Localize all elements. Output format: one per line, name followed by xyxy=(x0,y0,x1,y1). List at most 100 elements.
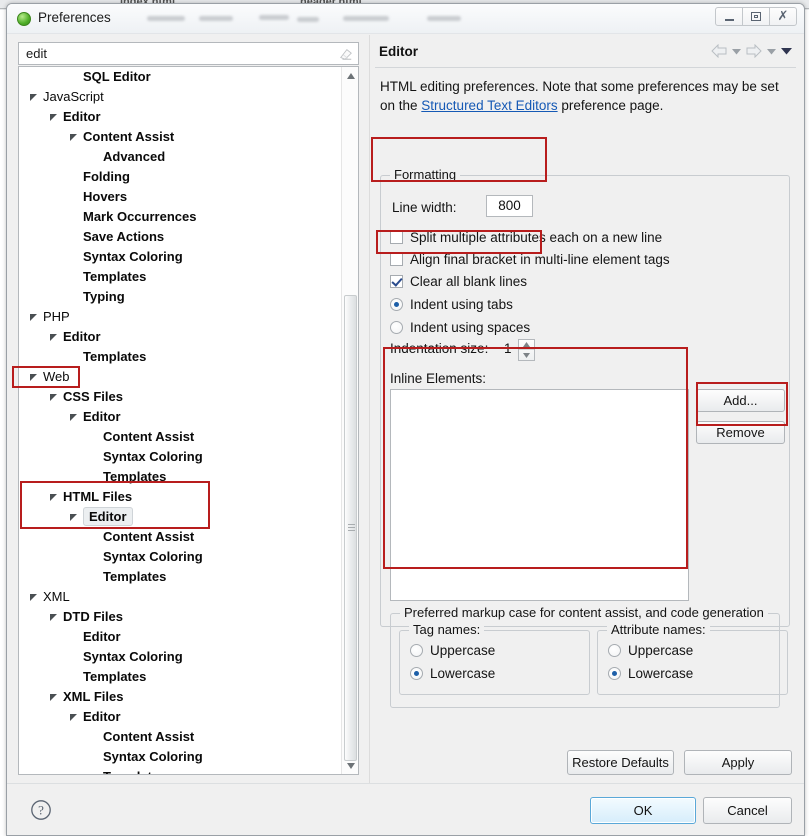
tree-item[interactable]: Syntax Coloring xyxy=(19,647,341,667)
tree-item[interactable]: CSS Files xyxy=(19,387,341,407)
checkbox-box[interactable] xyxy=(390,275,403,288)
indentation-size-stepper[interactable] xyxy=(518,339,535,361)
add-button[interactable]: Add... xyxy=(696,389,785,412)
tree-item[interactable]: DTD Files xyxy=(19,607,341,627)
tree-item[interactable]: Typing xyxy=(19,287,341,307)
back-arrow-icon[interactable] xyxy=(711,44,727,58)
preferences-tree[interactable]: SQL EditorJavaScriptEditorContent Assist… xyxy=(18,66,359,775)
tree-item[interactable]: Content Assist xyxy=(19,727,341,747)
tree-item[interactable]: PHP xyxy=(19,307,341,327)
expand-arrow-icon[interactable] xyxy=(69,413,78,422)
close-button[interactable]: ✗ xyxy=(769,7,797,26)
expand-arrow-icon[interactable] xyxy=(49,333,58,342)
tree-item[interactable]: Templates xyxy=(19,347,341,367)
tree-item[interactable]: SQL Editor xyxy=(19,67,341,87)
tree-item[interactable]: Templates xyxy=(19,467,341,487)
tree-item[interactable]: Content Assist xyxy=(19,127,341,147)
tree-item[interactable]: Editor xyxy=(19,407,341,427)
tree-item[interactable]: Syntax Coloring xyxy=(19,447,341,467)
tree-item[interactable]: Editor xyxy=(19,327,341,347)
tree-item[interactable]: Editor xyxy=(19,627,341,647)
tree-item[interactable]: Syntax Coloring xyxy=(19,747,341,767)
view-menu-icon[interactable] xyxy=(781,47,792,55)
checkbox-label: Split multiple attributes each on a new … xyxy=(410,228,662,248)
radio-button[interactable] xyxy=(390,298,403,311)
scroll-down-arrow-icon[interactable] xyxy=(342,757,359,774)
formatting-group-label: Formatting xyxy=(390,167,460,182)
filter-field-wrapper[interactable] xyxy=(18,42,359,65)
back-dropdown-icon[interactable] xyxy=(732,48,741,55)
tree-item-label: Syntax Coloring xyxy=(83,247,183,267)
ok-button[interactable]: OK xyxy=(590,797,696,824)
tree-item[interactable]: Web xyxy=(19,367,341,387)
line-width-input[interactable]: 800 xyxy=(486,195,533,217)
tree-item[interactable]: Mark Occurrences xyxy=(19,207,341,227)
remove-button[interactable]: Remove xyxy=(696,421,785,444)
indentation-size-label: Indentation size: xyxy=(390,341,488,356)
forward-arrow-icon[interactable] xyxy=(746,44,762,58)
search-input[interactable] xyxy=(24,45,324,62)
tree-item[interactable]: Advanced xyxy=(19,147,341,167)
tree-item[interactable]: Hovers xyxy=(19,187,341,207)
expand-arrow-icon[interactable] xyxy=(49,613,58,622)
radio-button[interactable] xyxy=(410,644,423,657)
minimize-button[interactable] xyxy=(715,7,743,26)
tree-item[interactable]: Syntax Coloring xyxy=(19,547,341,567)
tree-item[interactable]: Editor xyxy=(19,107,341,127)
expand-arrow-icon[interactable] xyxy=(29,313,38,322)
tree-item[interactable]: Templates xyxy=(19,267,341,287)
tree-item-label: Content Assist xyxy=(103,427,194,447)
structured-text-editors-link[interactable]: Structured Text Editors xyxy=(421,98,557,113)
radio-button[interactable] xyxy=(390,321,403,334)
expand-arrow-icon[interactable] xyxy=(29,373,38,382)
tree-item[interactable]: Editor xyxy=(19,507,341,527)
tree-item-label: Save Actions xyxy=(83,227,164,247)
radio-button[interactable] xyxy=(410,667,423,680)
expand-arrow-icon[interactable] xyxy=(49,493,58,502)
restore-button[interactable] xyxy=(742,7,770,26)
tree-item[interactable]: Templates xyxy=(19,767,341,775)
tree-item[interactable]: Editor xyxy=(19,707,341,727)
tree-item[interactable]: JavaScript xyxy=(19,87,341,107)
tree-vertical-scrollbar[interactable] xyxy=(341,67,358,774)
expand-arrow-icon[interactable] xyxy=(69,133,78,142)
tree-scrollbar-thumb[interactable] xyxy=(344,295,357,761)
tree-item[interactable]: Templates xyxy=(19,567,341,587)
expand-arrow-icon[interactable] xyxy=(29,93,38,102)
expand-arrow-icon[interactable] xyxy=(69,513,78,522)
tree-item-label: Advanced xyxy=(103,147,165,167)
tree-item[interactable]: Content Assist xyxy=(19,427,341,447)
expand-arrow-icon[interactable] xyxy=(49,113,58,122)
tree-item-label: Templates xyxy=(103,467,166,487)
stepper-up-icon[interactable] xyxy=(519,340,534,350)
tree-item[interactable]: XML xyxy=(19,587,341,607)
help-question-icon[interactable]: ? xyxy=(30,799,52,821)
checkbox-box[interactable] xyxy=(390,231,403,244)
tree-item-label: Syntax Coloring xyxy=(103,447,203,467)
cancel-button[interactable]: Cancel xyxy=(703,797,792,824)
eraser-icon[interactable] xyxy=(339,47,353,61)
checkbox-box[interactable] xyxy=(390,253,403,266)
radio-button[interactable] xyxy=(608,644,621,657)
tree-item[interactable]: XML Files xyxy=(19,687,341,707)
tree-item[interactable]: Save Actions xyxy=(19,227,341,247)
restore-defaults-button[interactable]: Restore Defaults xyxy=(567,750,674,775)
tree-item[interactable]: Templates xyxy=(19,667,341,687)
tree-item[interactable]: Content Assist xyxy=(19,527,341,547)
indentation-size-value[interactable]: 1 xyxy=(504,341,512,356)
expand-arrow-icon[interactable] xyxy=(49,393,58,402)
tree-item[interactable]: HTML Files xyxy=(19,487,341,507)
expand-arrow-icon[interactable] xyxy=(69,713,78,722)
inline-elements-list[interactable] xyxy=(390,389,689,601)
expand-arrow-icon[interactable] xyxy=(49,693,58,702)
stepper-down-icon[interactable] xyxy=(519,350,534,360)
tree-item[interactable]: Syntax Coloring xyxy=(19,247,341,267)
tree-item[interactable]: Folding xyxy=(19,167,341,187)
radio-button[interactable] xyxy=(608,667,621,680)
expand-arrow-icon[interactable] xyxy=(29,593,38,602)
scroll-up-arrow-icon[interactable] xyxy=(342,67,359,84)
forward-dropdown-icon[interactable] xyxy=(767,48,776,55)
apply-button[interactable]: Apply xyxy=(684,750,792,775)
page-description: HTML editing preferences. Note that some… xyxy=(380,77,790,115)
tree-item-label: DTD Files xyxy=(63,607,123,627)
